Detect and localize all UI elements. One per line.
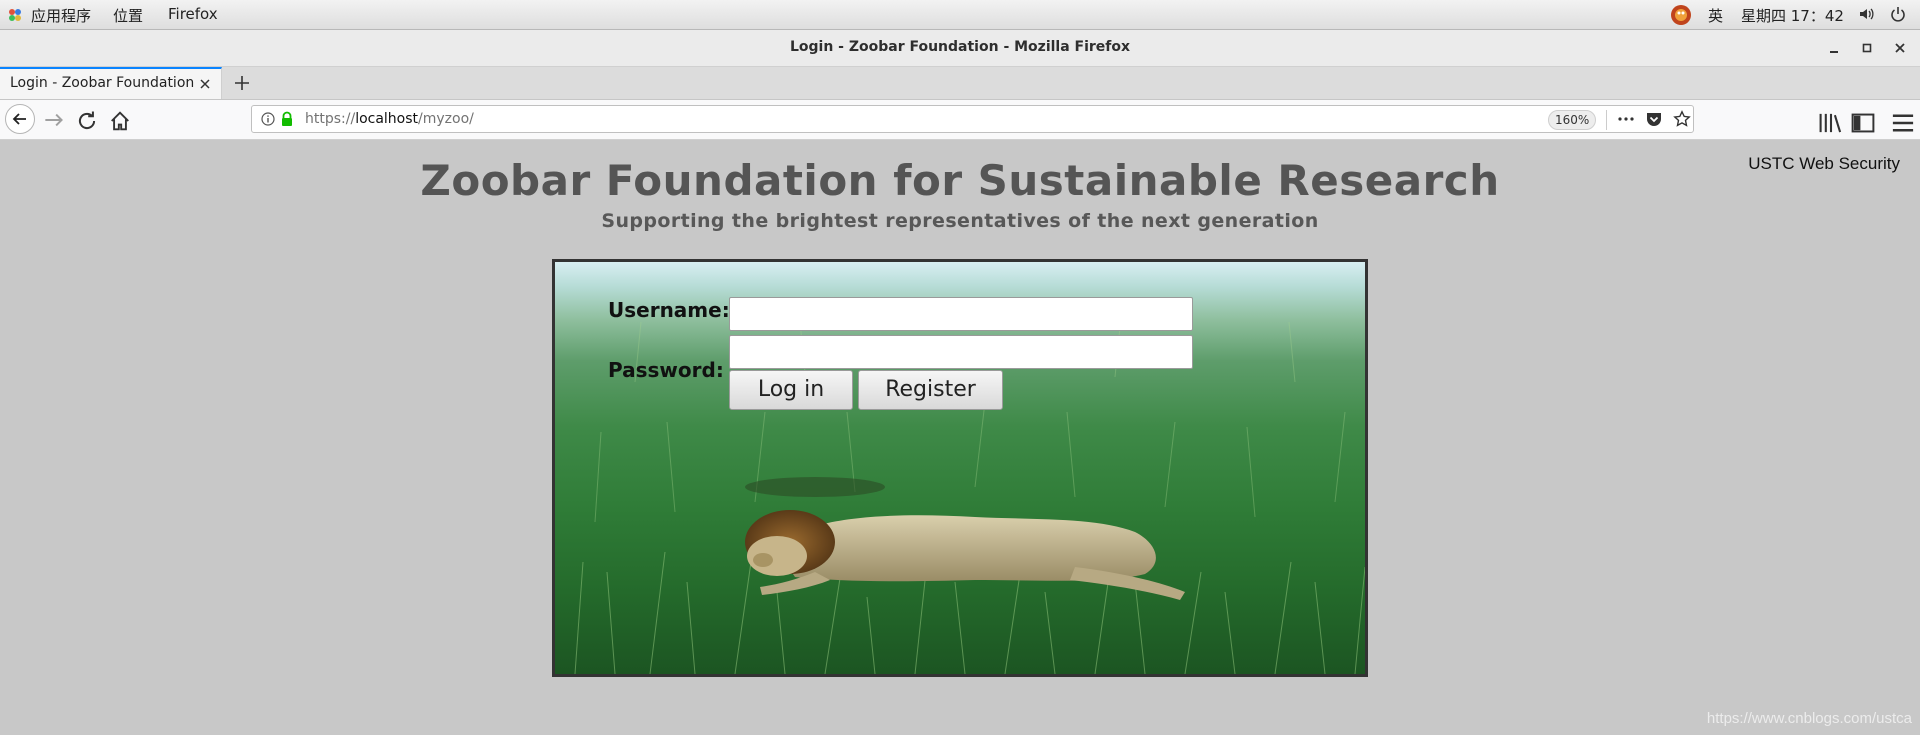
register-button[interactable]: Register [858, 370, 1003, 410]
corner-label: USTC Web Security [1748, 154, 1900, 173]
bookmark-star-icon[interactable] [1673, 110, 1691, 128]
tab-label: Login - Zoobar Foundation [10, 75, 195, 91]
power-icon[interactable] [1890, 6, 1906, 22]
maximize-icon[interactable] [1858, 39, 1876, 57]
system-top-bar: 应用程序 位置 Firefox 英 星期四 17：42 [0, 0, 1920, 30]
library-icon[interactable] [1818, 110, 1844, 136]
home-icon[interactable] [107, 108, 133, 134]
username-label: Username: [608, 298, 730, 322]
url-bar[interactable]: https://localhost/myzoo/ 160% [251, 105, 1694, 133]
url-path: /myzoo/ [418, 111, 474, 127]
reload-icon[interactable] [74, 108, 100, 134]
window-title-bar[interactable]: Login - Zoobar Foundation - Mozilla Fire… [0, 30, 1920, 67]
url-bar-separator [1606, 110, 1607, 130]
volume-icon[interactable] [1858, 6, 1874, 22]
tab-login[interactable]: Login - Zoobar Foundation [0, 67, 222, 99]
user-avatar-icon[interactable] [1670, 4, 1692, 26]
sidebar-icon[interactable] [1850, 110, 1876, 136]
page-title: Zoobar Foundation for Sustainable Resear… [420, 156, 1500, 205]
clock[interactable]: 星期四 17：42 [1741, 5, 1844, 26]
active-app-menu[interactable]: Firefox [168, 5, 218, 23]
more-icon[interactable] [1617, 111, 1635, 127]
window-title: Login - Zoobar Foundation - Mozilla Fire… [789, 39, 1131, 55]
new-tab-icon[interactable] [232, 73, 252, 93]
forward-icon[interactable] [41, 107, 67, 133]
page-subtitle: Supporting the brightest representatives… [601, 210, 1319, 232]
pocket-icon[interactable] [1645, 110, 1663, 128]
close-window-icon[interactable] [1891, 39, 1909, 57]
info-icon[interactable] [261, 112, 275, 126]
login-panel: Username: Password: Log in Register [552, 259, 1368, 677]
password-label: Password: [608, 358, 724, 382]
apps-icon[interactable] [8, 8, 22, 22]
username-input[interactable] [729, 297, 1193, 331]
tab-strip: Login - Zoobar Foundation [0, 67, 1920, 100]
minimize-icon[interactable] [1825, 39, 1843, 57]
url-scheme: https:// [305, 111, 356, 127]
apps-menu[interactable]: 应用程序 [31, 5, 91, 26]
url-host: localhost [355, 111, 419, 127]
password-input[interactable] [729, 335, 1193, 369]
places-menu[interactable]: 位置 [113, 5, 143, 26]
navigation-toolbar: https://localhost/myzoo/ 160% [0, 100, 1920, 140]
menu-icon[interactable] [1890, 110, 1916, 136]
input-method-indicator[interactable]: 英 [1708, 5, 1723, 26]
url-text[interactable]: https://localhost/myzoo/ [305, 111, 474, 127]
login-button[interactable]: Log in [729, 370, 853, 410]
page-content: Zoobar Foundation for Sustainable Resear… [0, 140, 1920, 735]
lock-icon[interactable] [280, 111, 294, 127]
zoom-level-badge[interactable]: 160% [1548, 110, 1597, 130]
watermark: https://www.cnblogs.com/ustca [1706, 710, 1912, 727]
close-icon[interactable] [198, 77, 212, 91]
back-icon [12, 113, 26, 125]
back-button[interactable] [5, 104, 35, 134]
